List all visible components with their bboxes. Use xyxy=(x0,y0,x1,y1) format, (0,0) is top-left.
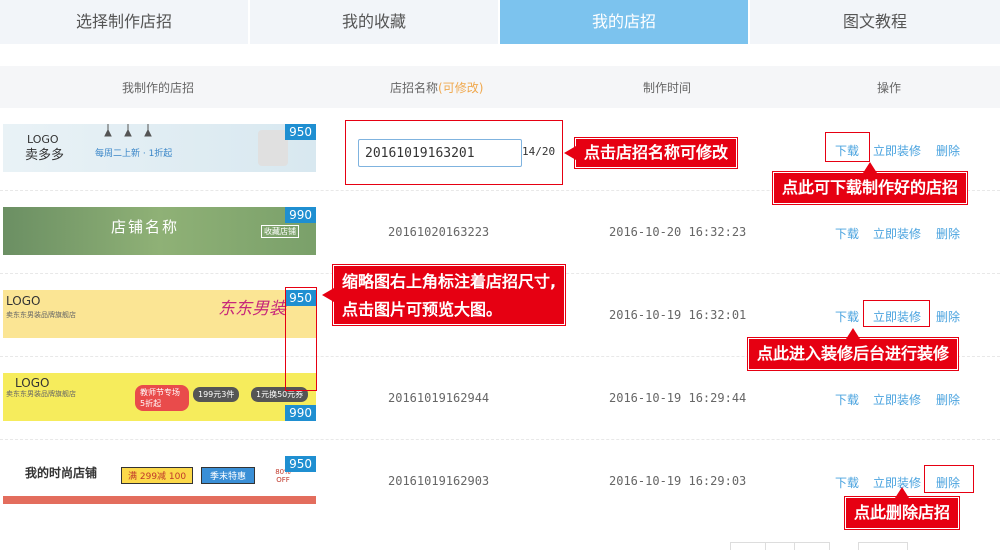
banner-thumbnail[interactable]: LOGO 卖东东男装品牌旗舰店 教师节专场 5折起 199元3件 1元换50元券… xyxy=(3,373,316,421)
banner-thumbnail[interactable]: 我的时尚店铺 满 299减 100 季末特惠 80% OFF 950 xyxy=(3,456,316,504)
thumb-sale: 季末特惠 xyxy=(201,467,256,484)
thumb-sub: 卖东东男装品牌旗舰店 xyxy=(6,311,76,319)
callout-delete: 点此删除店招 xyxy=(845,487,960,529)
pager-page-button[interactable] xyxy=(765,542,795,550)
banner-name-input[interactable] xyxy=(358,139,522,167)
callout-decorate: 点此进入装修后台进行装修 xyxy=(748,328,959,370)
download-highlight xyxy=(825,132,870,162)
thumb-logo: LOGO xyxy=(6,294,41,308)
lamp-decoration-icon xyxy=(104,124,152,137)
thumb-sub: 卖东东男装品牌旗舰店 xyxy=(6,390,76,398)
pager-next-button[interactable] xyxy=(794,542,830,550)
decorate-link[interactable]: 立即装修 xyxy=(873,225,921,242)
thumb-btn: 收藏店铺 xyxy=(261,225,299,238)
banner-time: 2016-10-19 16:32:01 xyxy=(609,308,747,322)
thumb-promo-2: 199元3件 xyxy=(193,387,240,402)
size-badge: 990 xyxy=(285,207,316,223)
thumb-shop: 卖多多 xyxy=(25,148,65,163)
download-link[interactable]: 下载 xyxy=(835,308,859,325)
download-link[interactable]: 下载 xyxy=(835,225,859,242)
tab-bar: 选择制作店招 我的收藏 我的店招 图文教程 xyxy=(0,0,1000,44)
callout-rename: 点击店招名称可修改 xyxy=(563,138,738,168)
header-name-hint: (可修改) xyxy=(438,81,484,95)
thumb-promo: 每周二上新 · 1折起 xyxy=(95,149,173,159)
banner-name[interactable]: 20161019162944 xyxy=(388,391,489,405)
size-badge-highlight xyxy=(285,287,317,391)
tab-create[interactable]: 选择制作店招 xyxy=(0,0,250,44)
header-name: 店招名称(可修改) xyxy=(390,81,484,95)
thumb-promo-1: 教师节专场 5折起 xyxy=(135,385,189,411)
tab-favorites[interactable]: 我的收藏 xyxy=(250,0,500,44)
banner-name[interactable]: 20161020163223 xyxy=(388,225,489,239)
char-counter: 14/20 xyxy=(522,145,556,158)
banner-time: 2016-10-19 16:29:03 xyxy=(609,474,747,488)
callout-size-note: 缩略图右上角标注着店招尺寸, 点击图片可预览大图。 xyxy=(321,265,566,325)
callout-download: 点此可下载制作好的店招 xyxy=(773,162,968,204)
tab-my-banners[interactable]: 我的店招 xyxy=(500,0,750,44)
decorate-link[interactable]: 立即装修 xyxy=(873,391,921,408)
decorate-link[interactable]: 立即装修 xyxy=(873,142,921,159)
tab-tutorials[interactable]: 图文教程 xyxy=(750,0,1000,44)
banner-time: 2016-10-19 16:29:44 xyxy=(609,391,747,405)
header-thumbnail: 我制作的店招 xyxy=(122,81,195,95)
table-header: 我制作的店招 店招名称(可修改) 制作时间 操作 xyxy=(0,66,1000,108)
thumb-logo: LOGO xyxy=(15,376,50,390)
banner-thumbnail[interactable]: 店铺名称 收藏店铺 990 xyxy=(3,207,316,255)
callout-size-note-line2: 点击图片可预览大图。 xyxy=(342,300,503,319)
size-badge: 990 xyxy=(285,405,316,421)
thumb-shop: 我的时尚店铺 xyxy=(25,466,98,480)
thumb-shop: 店铺名称 xyxy=(111,218,180,236)
size-badge: 950 xyxy=(285,124,316,140)
thumb-coupon: 满 299减 100 xyxy=(121,467,194,484)
thumb-art: 东东男装 xyxy=(218,299,286,319)
pager-prev-button[interactable] xyxy=(730,542,766,550)
download-link[interactable]: 下载 xyxy=(835,391,859,408)
header-actions: 操作 xyxy=(877,81,902,95)
download-link[interactable]: 下载 xyxy=(835,474,859,491)
banner-time: 2016-10-20 16:32:23 xyxy=(609,225,747,239)
delete-link[interactable]: 删除 xyxy=(936,308,960,325)
delete-link[interactable]: 删除 xyxy=(936,142,960,159)
banner-thumbnail[interactable]: LOGO 卖东东男装品牌旗舰店 东东男装 950 xyxy=(3,290,316,338)
header-time: 制作时间 xyxy=(643,81,692,95)
callout-size-note-line1: 缩略图右上角标注着店招尺寸, xyxy=(342,272,557,291)
decorate-highlight xyxy=(863,300,930,327)
delete-link[interactable]: 删除 xyxy=(936,391,960,408)
pager-jump-button[interactable] xyxy=(858,542,908,550)
banner-name[interactable]: 20161019162903 xyxy=(388,474,489,488)
size-badge: 950 xyxy=(285,456,316,472)
banner-thumbnail[interactable]: LOGO 卖多多 每周二上新 · 1折起 950 xyxy=(3,124,316,172)
delete-highlight xyxy=(924,465,974,493)
delete-link[interactable]: 删除 xyxy=(936,225,960,242)
product-image xyxy=(258,130,288,166)
